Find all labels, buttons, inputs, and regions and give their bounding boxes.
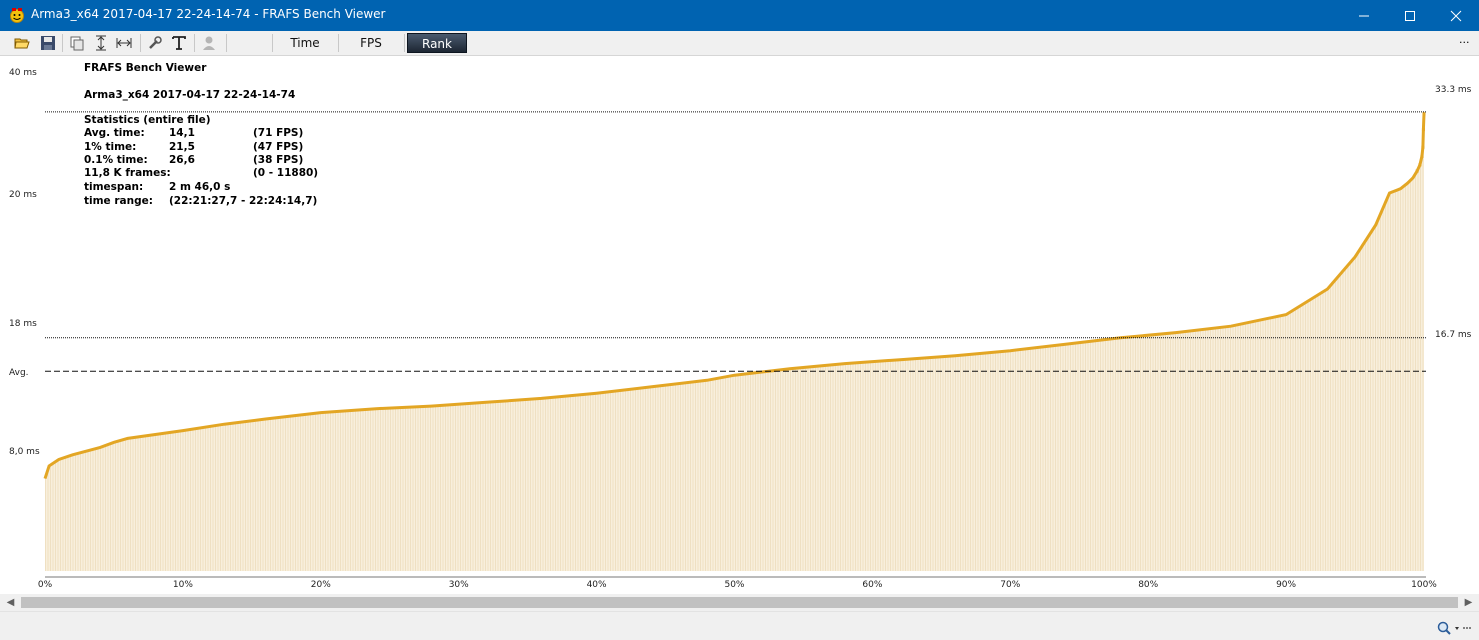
toolbar: Time FPS Rank ... (0, 31, 1479, 56)
y-tick-label: 8,0 ms (9, 447, 40, 457)
timespan-value: 2 m 46,0 s (169, 181, 230, 193)
stat-label: Avg. time: (84, 127, 145, 139)
x-tick-label: 90% (1276, 580, 1296, 590)
rank-area (43, 112, 1426, 571)
close-icon (1450, 10, 1462, 22)
app-name-label: FRAFS Bench Viewer (84, 62, 207, 74)
x-tick-label: 70% (1000, 580, 1020, 590)
timespan-label: timespan: (84, 181, 143, 193)
rank-curve-point (1422, 112, 1426, 116)
y-tick-label: 20 ms (9, 190, 37, 200)
x-tick-label: 50% (724, 580, 744, 590)
toolbar-separator (272, 34, 273, 52)
toolbar-separator (62, 34, 63, 52)
rank-curve-point (1415, 169, 1419, 173)
rank-curve-point (1420, 154, 1424, 158)
rank-curve-point (1418, 163, 1422, 167)
tab-rank[interactable]: Rank (407, 33, 467, 53)
maximize-icon (1405, 11, 1415, 21)
save-icon[interactable] (40, 35, 56, 51)
stat-value: 14,1 (169, 127, 195, 139)
x-tick-label: 30% (449, 580, 469, 590)
text-icon[interactable] (171, 35, 187, 51)
y-axis-labels: 40 ms 20 ms 18 ms 8,0 ms Avg. (9, 68, 40, 457)
toolbar-separator (338, 34, 339, 52)
status-bar (0, 611, 1479, 640)
minimize-icon (1359, 15, 1369, 17)
fit-vertical-icon[interactable] (93, 35, 109, 51)
copy-icon[interactable] (69, 35, 85, 51)
fit-horizontal-icon[interactable] (116, 35, 132, 51)
timerange-label: time range: (84, 195, 153, 207)
stat-value: 26,6 (169, 154, 195, 166)
toolbar-separator (194, 34, 195, 52)
avg-label: Avg. (9, 368, 29, 378)
scroll-right-arrow-icon[interactable]: ▶ (1460, 597, 1477, 608)
y-tick-label: 40 ms (9, 68, 37, 78)
minimize-button[interactable] (1341, 0, 1387, 31)
settings-wrench-icon[interactable] (147, 35, 163, 51)
open-folder-icon[interactable] (14, 35, 30, 51)
info-overlay: FRAFS Bench Viewer Arma3_x64 2017-04-17 … (84, 62, 318, 207)
toolbar-overflow-button[interactable]: ... (1459, 33, 1470, 46)
file-name-label: Arma3_x64 2017-04-17 22-24-14-74 (84, 89, 295, 101)
x-tick-label: 10% (173, 580, 193, 590)
horizontal-scrollbar[interactable]: ◀ ▶ (0, 594, 1479, 611)
tab-time[interactable]: Time (275, 33, 335, 53)
rank-area-fill (45, 113, 1424, 571)
stat-fps: (38 FPS) (253, 154, 303, 166)
toolbar-separator (404, 34, 405, 52)
stats-header: Statistics (entire file) (84, 114, 211, 126)
app-icon (10, 8, 24, 23)
x-axis-labels: 0% 10% 20% 30% 40% 50% 60% 70% 80% 90% 100% (38, 580, 1437, 590)
x-tick-label: 0% (38, 580, 53, 590)
x-tick-label: 100% (1411, 580, 1437, 590)
stat-value: 21,5 (169, 141, 195, 153)
x-tick-label: 40% (587, 580, 607, 590)
tab-fps[interactable]: FPS (341, 33, 401, 53)
x-tick-label: 20% (311, 580, 331, 590)
scrollbar-thumb[interactable] (21, 597, 1458, 608)
toolbar-separator (226, 34, 227, 52)
toolbar-separator (140, 34, 141, 52)
window-title: Arma3_x64 2017-04-17 22-24-14-74 - FRAFS… (31, 7, 386, 21)
rank-chart[interactable]: 40 ms 20 ms 18 ms 8,0 ms Avg. 33.3 ms 16… (0, 56, 1479, 594)
user-icon[interactable] (201, 35, 217, 51)
x-tick-label: 60% (862, 580, 882, 590)
stat-fps: (47 FPS) (253, 141, 303, 153)
close-button[interactable] (1433, 0, 1479, 31)
reference-label: 16.7 ms (1435, 330, 1472, 340)
stat-label: 1% time: (84, 141, 136, 153)
stat-fps: (0 - 11880) (253, 167, 318, 179)
y-tick-label: 18 ms (9, 319, 37, 329)
timerange-value: (22:21:27,7 - 22:24:14,7) (169, 195, 317, 207)
title-bar: Arma3_x64 2017-04-17 22-24-14-74 - FRAFS… (0, 0, 1479, 31)
zoom-icon[interactable] (1437, 621, 1471, 635)
rank-curve-point (1421, 145, 1425, 149)
maximize-button[interactable] (1387, 0, 1433, 31)
reference-label: 33.3 ms (1435, 85, 1472, 95)
rank-curve-point (1421, 128, 1425, 132)
reference-line-labels: 33.3 ms 16.7 ms (1435, 85, 1472, 340)
stat-fps: (71 FPS) (253, 127, 303, 139)
stat-label: 0.1% time: (84, 154, 148, 166)
chart-area: 40 ms 20 ms 18 ms 8,0 ms Avg. 33.3 ms 16… (0, 56, 1479, 594)
scroll-left-arrow-icon[interactable]: ◀ (2, 597, 19, 608)
stat-label: 11,8 K frames: (84, 167, 171, 179)
x-tick-label: 80% (1138, 580, 1158, 590)
